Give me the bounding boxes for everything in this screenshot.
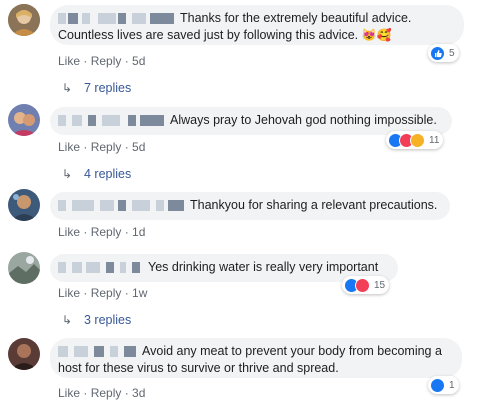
reaction-summary[interactable]: 5 xyxy=(428,44,459,62)
comment-actions: Like · Reply · 5d xyxy=(58,140,146,154)
comment-actions: Like · Reply · 5d xyxy=(58,54,146,68)
reaction-summary[interactable]: 11 xyxy=(386,131,444,149)
replies-label: 7 replies xyxy=(84,81,132,95)
author-name[interactable] xyxy=(58,200,186,212)
view-replies[interactable]: ↳ 7 replies xyxy=(62,80,131,96)
avatar[interactable] xyxy=(8,104,40,136)
reaction-count: 15 xyxy=(374,279,386,291)
avatar[interactable] xyxy=(8,189,40,221)
reply-link[interactable]: Reply xyxy=(91,54,122,68)
emoji: 😻🥰 xyxy=(361,28,392,42)
profile-photo-icon xyxy=(8,338,40,370)
comment-text: host for these virus to survive or thriv… xyxy=(58,361,339,375)
reply-link[interactable]: Reply xyxy=(91,225,122,239)
reaction-summary[interactable]: 15 xyxy=(342,276,390,294)
reply-link[interactable]: Reply xyxy=(91,140,122,154)
reaction-summary[interactable]: 1 xyxy=(428,376,459,394)
author-name[interactable] xyxy=(58,262,144,274)
timestamp[interactable]: 3d xyxy=(132,386,145,400)
replies-label: 3 replies xyxy=(84,313,132,327)
haha-icon xyxy=(410,132,425,148)
like-link[interactable]: Like xyxy=(58,140,80,154)
avatar[interactable] xyxy=(8,4,40,36)
like-icon xyxy=(430,377,445,393)
comment-text: Thanks for the extremely beautiful advic… xyxy=(180,11,412,25)
comment-bubble: Thankyou for sharing a relevant precauti… xyxy=(50,192,450,220)
reply-arrow-icon: ↳ xyxy=(62,167,73,181)
comment-actions: Like · Reply · 3d xyxy=(58,386,146,400)
like-link[interactable]: Like xyxy=(58,386,80,400)
comment-text: Thankyou for sharing a relevant precauti… xyxy=(190,198,438,212)
comment-text: Avoid any meat to prevent your body from… xyxy=(142,344,442,358)
reply-link[interactable]: Reply xyxy=(91,386,122,400)
like-icon xyxy=(430,45,445,61)
author-name[interactable] xyxy=(58,115,166,127)
love-icon xyxy=(355,277,370,293)
timestamp[interactable]: 5d xyxy=(132,54,145,68)
reply-arrow-icon: ↳ xyxy=(62,81,73,95)
comment-actions: Like · Reply · 1d xyxy=(58,225,146,239)
replies-label: 4 replies xyxy=(84,167,132,181)
timestamp[interactable]: 1w xyxy=(132,286,147,300)
profile-photo-icon xyxy=(8,4,40,36)
comment-text: Countless lives are saved just by follow… xyxy=(58,28,359,42)
reaction-count: 5 xyxy=(449,47,455,59)
like-link[interactable]: Like xyxy=(58,54,80,68)
timestamp[interactable]: 5d xyxy=(132,140,145,154)
comment-bubble: Avoid any meat to prevent your body from… xyxy=(50,338,462,378)
comment-bubble: Thanks for the extremely beautiful advic… xyxy=(50,5,464,45)
comment-actions: Like · Reply · 1w xyxy=(58,286,148,300)
reaction-count: 1 xyxy=(449,379,455,391)
avatar[interactable] xyxy=(8,252,40,284)
like-link[interactable]: Like xyxy=(58,225,80,239)
view-replies[interactable]: ↳ 4 replies xyxy=(62,166,131,182)
like-link[interactable]: Like xyxy=(58,286,80,300)
reaction-count: 11 xyxy=(429,134,440,146)
avatar[interactable] xyxy=(8,338,40,370)
view-replies[interactable]: ↳ 3 replies xyxy=(62,312,131,328)
profile-photo-icon xyxy=(8,104,40,136)
reply-arrow-icon: ↳ xyxy=(62,313,73,327)
timestamp[interactable]: 1d xyxy=(132,225,145,239)
author-name[interactable] xyxy=(58,346,138,358)
profile-photo-icon xyxy=(8,189,40,221)
author-name[interactable] xyxy=(58,13,176,25)
comment-text: Always pray to Jehovah god nothing impos… xyxy=(170,113,437,127)
reply-link[interactable]: Reply xyxy=(91,286,122,300)
profile-photo-icon xyxy=(8,252,40,284)
comment-text: Yes drinking water is really very import… xyxy=(148,260,379,274)
